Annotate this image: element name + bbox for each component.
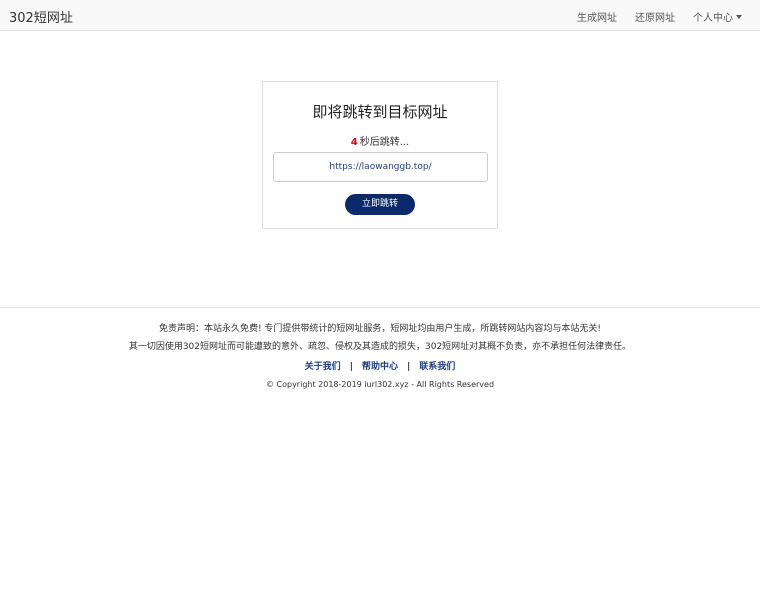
footer-divider (0, 307, 760, 308)
nav-link-restore-label: 还原网址 (635, 13, 675, 24)
footer-separator: | (349, 362, 353, 372)
caret-down-icon (736, 14, 742, 19)
footer-link-contact[interactable]: 联系我们 (419, 362, 455, 372)
footer-link-about[interactable]: 关于我们 (305, 362, 341, 372)
card-title: 即将跳转到目标网址 (312, 103, 448, 121)
nav-dropdown-label: 个人中心 (693, 13, 733, 24)
target-url-link[interactable]: https://laowanggb.top/ (273, 152, 488, 182)
footer-separator: | (407, 362, 411, 372)
countdown-text: 4 秒后跳转... (263, 133, 497, 148)
nav-link-restore[interactable]: 还原网址 (635, 9, 675, 24)
countdown-number: 4 (350, 137, 358, 148)
footer-link-help[interactable]: 帮助中心 (362, 362, 398, 372)
redirect-now-button[interactable]: 立即跳转 (345, 194, 415, 215)
brand-logo[interactable]: 302短网址 (9, 7, 73, 26)
footer-links: 关于我们 | 帮助中心 | 联系我们 (0, 359, 760, 372)
navbar: 302短网址 生成网址 还原网址 个人中心 (0, 0, 760, 31)
redirect-card: 即将跳转到目标网址 4 秒后跳转... https://laowanggb.top… (262, 81, 498, 229)
nav-link-generate-label: 生成网址 (577, 13, 617, 24)
nav-links: 生成网址 还原网址 个人中心 (559, 9, 742, 24)
nav-link-generate[interactable]: 生成网址 (577, 9, 617, 24)
disclaimer-line-1: 免责声明：本站永久免费! 专门提供带统计的短网址服务，短网址均由用户生成，所跳转… (158, 324, 602, 334)
disclaimer-line-2: 其一切因使用302短网址而可能遭致的意外、疏忽、侵权及其造成的损失，302短网址… (128, 342, 632, 352)
nav-dropdown-user-center[interactable]: 个人中心 (693, 9, 742, 24)
copyright-text: © Copyright 2018-2019 iurl302.xyz - All … (265, 380, 495, 389)
countdown-suffix: 秒后跳转... (359, 137, 410, 148)
